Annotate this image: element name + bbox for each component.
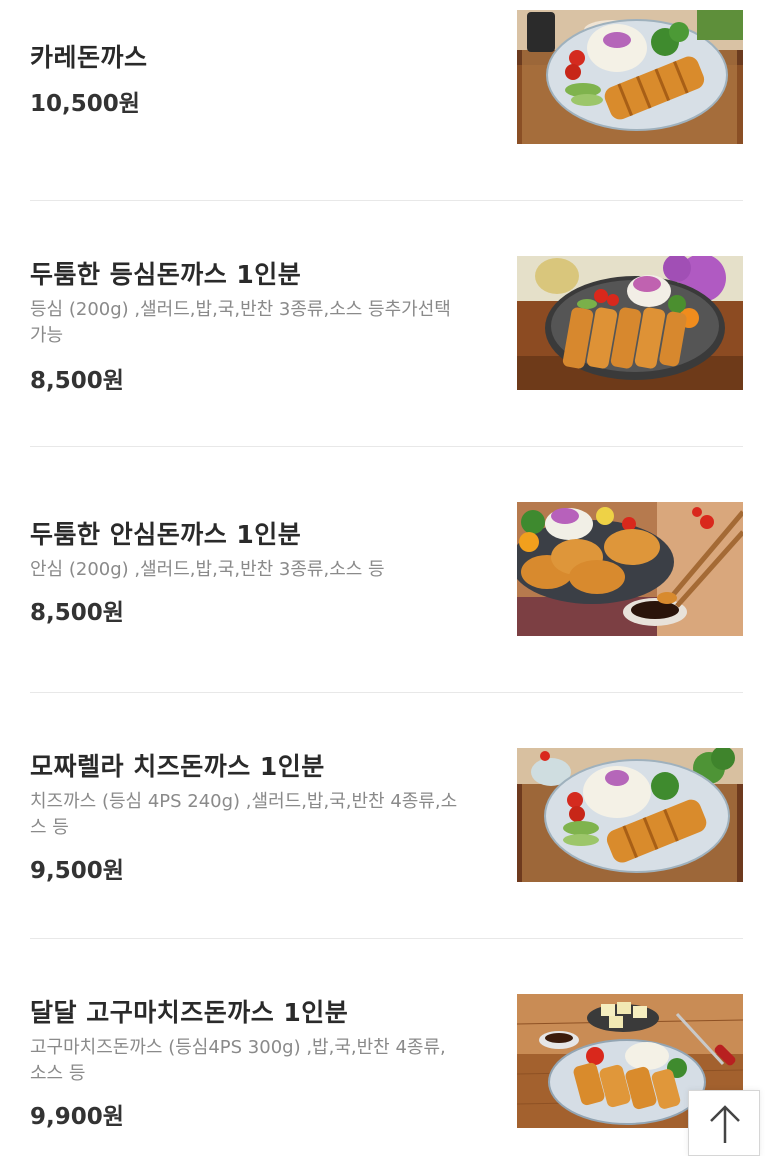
menu-item-description: 안심 (200g) ,샐러드,밥,국,반찬 3종류,소스 등 — [30, 559, 385, 580]
arrow-up-icon — [710, 1105, 740, 1143]
menu-list: 카레돈까스 10,500원 두툼한 등심돈까스 1인분 등심 (200g) ,샐… — [0, 0, 773, 1156]
menu-item-sirloin-donkatsu[interactable]: 두툼한 등심돈까스 1인분 등심 (200g) ,샐러드,밥,국,반찬 3종류,… — [30, 201, 743, 446]
menu-item-price: 9,500원 — [30, 858, 124, 884]
menu-item-name: 카레돈까스 — [30, 43, 148, 72]
menu-item-price: 10,500원 — [30, 91, 140, 117]
food-photo[interactable] — [517, 256, 743, 390]
food-photo[interactable] — [517, 748, 743, 882]
menu-item-name: 두툼한 등심돈까스 1인분 — [30, 260, 302, 289]
menu-item-mozzarella-cheese-donkatsu[interactable]: 모짜렐라 치즈돈까스 1인분 치즈까스 (등심 4PS 240g) ,샐러드,밥… — [30, 693, 743, 938]
food-photo[interactable] — [517, 502, 743, 636]
menu-item-description: 치즈까스 (등심 4PS 240g) ,샐러드,밥,국,반찬 4종류,소스 등 — [30, 791, 458, 838]
menu-item-price: 8,500원 — [30, 368, 124, 394]
menu-item-name: 달달 고구마치즈돈까스 1인분 — [30, 998, 349, 1027]
menu-item-sweet-potato-cheese-donkatsu[interactable]: 달달 고구마치즈돈까스 1인분 고구마치즈돈까스 (등심4PS 300g) ,밥… — [30, 939, 743, 1156]
scroll-to-top-button[interactable] — [688, 1090, 760, 1156]
menu-item-name: 두툼한 안심돈까스 1인분 — [30, 520, 302, 549]
menu-item-tenderloin-donkatsu[interactable]: 두툼한 안심돈까스 1인분 안심 (200g) ,샐러드,밥,국,반찬 3종류,… — [30, 447, 743, 692]
menu-item-description: 고구마치즈돈까스 (등심4PS 300g) ,밥,국,반찬 4종류,소스 등 — [30, 1037, 446, 1084]
menu-item-description: 등심 (200g) ,샐러드,밥,국,반찬 3종류,소스 등추가선택가능 — [30, 299, 451, 346]
menu-item-curry-donkatsu[interactable]: 카레돈까스 10,500원 — [30, 0, 743, 200]
menu-item-price: 8,500원 — [30, 600, 124, 626]
menu-item-name: 모짜렐라 치즈돈까스 1인분 — [30, 752, 325, 781]
menu-item-price: 9,900원 — [30, 1104, 124, 1130]
food-photo[interactable] — [517, 10, 743, 144]
